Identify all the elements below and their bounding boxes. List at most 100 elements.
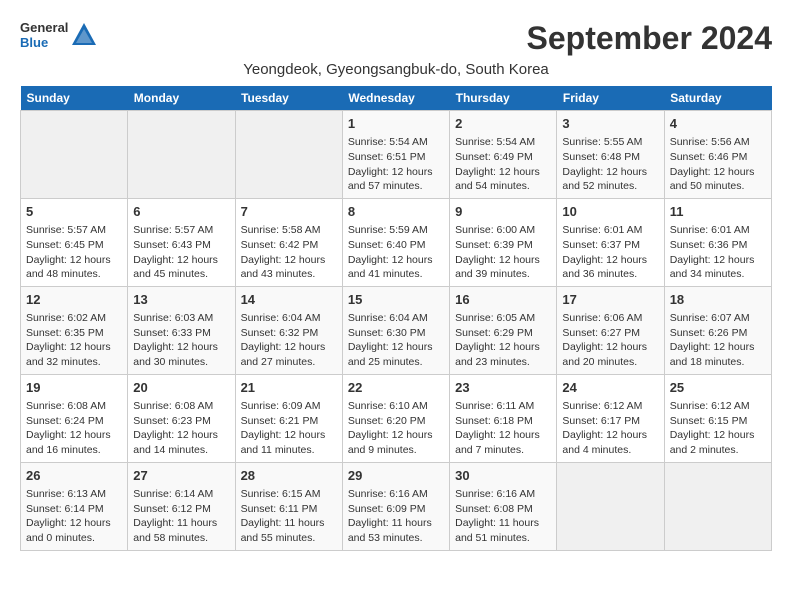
calendar-cell: 9 Sunrise: 6:00 AM Sunset: 6:39 PM Daylig… — [450, 198, 557, 286]
calendar-cell: 5 Sunrise: 5:57 AM Sunset: 6:45 PM Daylig… — [21, 198, 128, 286]
calendar-cell: 2Sunrise: 5:54 AM Sunset: 6:49 PM Daylig… — [450, 111, 557, 199]
weekday-header-wednesday: Wednesday — [342, 86, 449, 111]
day-number: 2 — [455, 115, 551, 133]
calendar-cell: 30 Sunrise: 6:16 AM Sunset: 6:08 PM Dayli… — [450, 462, 557, 550]
calendar-cell: 11Sunrise: 6:01 AM Sunset: 6:36 PM Dayli… — [664, 198, 771, 286]
day-info: Sunrise: 6:12 AM Sunset: 6:15 PM Dayligh… — [670, 399, 766, 458]
calendar-cell — [21, 111, 128, 199]
calendar-cell: 23Sunrise: 6:11 AM Sunset: 6:18 PM Dayli… — [450, 374, 557, 462]
page-header: General Blue September 2024 — [20, 20, 772, 57]
day-info: Sunrise: 6:01 AM Sunset: 6:36 PM Dayligh… — [670, 223, 766, 282]
calendar-cell — [235, 111, 342, 199]
weekday-header-monday: Monday — [128, 86, 235, 111]
day-number: 8 — [348, 203, 444, 221]
calendar-cell: 8 Sunrise: 5:59 AM Sunset: 6:40 PM Daylig… — [342, 198, 449, 286]
logo-general: General — [20, 20, 68, 35]
calendar-row: 26 Sunrise: 6:13 AM Sunset: 6:14 PM Dayli… — [21, 462, 772, 550]
day-info: Sunrise: 5:58 AM Sunset: 6:42 PM Dayligh… — [241, 223, 337, 282]
day-number: 1 — [348, 115, 444, 133]
day-number: 20 — [133, 379, 229, 397]
calendar-cell: 10 Sunrise: 6:01 AM Sunset: 6:37 PM Dayli… — [557, 198, 664, 286]
day-info: Sunrise: 6:07 AM Sunset: 6:26 PM Dayligh… — [670, 311, 766, 370]
day-info: Sunrise: 5:55 AM Sunset: 6:48 PM Dayligh… — [562, 135, 658, 194]
day-info: Sunrise: 5:54 AM Sunset: 6:51 PM Dayligh… — [348, 135, 444, 194]
calendar-cell: 15 Sunrise: 6:04 AM Sunset: 6:30 PM Dayli… — [342, 286, 449, 374]
day-number: 4 — [670, 115, 766, 133]
calendar-cell: 16 Sunrise: 6:05 AM Sunset: 6:29 PM Dayli… — [450, 286, 557, 374]
day-number: 13 — [133, 291, 229, 309]
day-info: Sunrise: 6:16 AM Sunset: 6:09 PM Dayligh… — [348, 487, 444, 546]
day-info: Sunrise: 6:11 AM Sunset: 6:18 PM Dayligh… — [455, 399, 551, 458]
calendar-table: SundayMondayTuesdayWednesdayThursdayFrid… — [20, 86, 772, 551]
calendar-row: 12 Sunrise: 6:02 AM Sunset: 6:35 PM Dayli… — [21, 286, 772, 374]
day-number: 17 — [562, 291, 658, 309]
calendar-cell — [557, 462, 664, 550]
day-info: Sunrise: 6:16 AM Sunset: 6:08 PM Dayligh… — [455, 487, 551, 546]
weekday-header-tuesday: Tuesday — [235, 86, 342, 111]
day-number: 27 — [133, 467, 229, 485]
calendar-cell: 4 Sunrise: 5:56 AM Sunset: 6:46 PM Daylig… — [664, 111, 771, 199]
day-number: 19 — [26, 379, 122, 397]
weekday-header-row: SundayMondayTuesdayWednesdayThursdayFrid… — [21, 86, 772, 111]
calendar-cell: 7Sunrise: 5:58 AM Sunset: 6:42 PM Daylig… — [235, 198, 342, 286]
day-info: Sunrise: 6:05 AM Sunset: 6:29 PM Dayligh… — [455, 311, 551, 370]
day-number: 26 — [26, 467, 122, 485]
day-number: 6 — [133, 203, 229, 221]
calendar-row: 1 Sunrise: 5:54 AM Sunset: 6:51 PM Daylig… — [21, 111, 772, 199]
calendar-cell: 1 Sunrise: 5:54 AM Sunset: 6:51 PM Daylig… — [342, 111, 449, 199]
weekday-header-friday: Friday — [557, 86, 664, 111]
calendar-cell: 19Sunrise: 6:08 AM Sunset: 6:24 PM Dayli… — [21, 374, 128, 462]
calendar-cell: 28 Sunrise: 6:15 AM Sunset: 6:11 PM Dayli… — [235, 462, 342, 550]
calendar-cell: 22Sunrise: 6:10 AM Sunset: 6:20 PM Dayli… — [342, 374, 449, 462]
calendar-cell: 25 Sunrise: 6:12 AM Sunset: 6:15 PM Dayli… — [664, 374, 771, 462]
weekday-header-sunday: Sunday — [21, 86, 128, 111]
day-number: 21 — [241, 379, 337, 397]
day-info: Sunrise: 6:13 AM Sunset: 6:14 PM Dayligh… — [26, 487, 122, 546]
day-info: Sunrise: 6:00 AM Sunset: 6:39 PM Dayligh… — [455, 223, 551, 282]
logo-icon — [70, 21, 98, 49]
day-number: 16 — [455, 291, 551, 309]
logo-blue: Blue — [20, 35, 48, 50]
day-number: 28 — [241, 467, 337, 485]
calendar-cell: 12 Sunrise: 6:02 AM Sunset: 6:35 PM Dayli… — [21, 286, 128, 374]
calendar-cell: 27 Sunrise: 6:14 AM Sunset: 6:12 PM Dayli… — [128, 462, 235, 550]
calendar-cell: 21 Sunrise: 6:09 AM Sunset: 6:21 PM Dayli… — [235, 374, 342, 462]
day-info: Sunrise: 6:01 AM Sunset: 6:37 PM Dayligh… — [562, 223, 658, 282]
weekday-header-saturday: Saturday — [664, 86, 771, 111]
day-number: 10 — [562, 203, 658, 221]
day-number: 12 — [26, 291, 122, 309]
day-info: Sunrise: 5:56 AM Sunset: 6:46 PM Dayligh… — [670, 135, 766, 194]
day-number: 30 — [455, 467, 551, 485]
calendar-cell: 20Sunrise: 6:08 AM Sunset: 6:23 PM Dayli… — [128, 374, 235, 462]
day-info: Sunrise: 5:57 AM Sunset: 6:45 PM Dayligh… — [26, 223, 122, 282]
calendar-cell: 18 Sunrise: 6:07 AM Sunset: 6:26 PM Dayli… — [664, 286, 771, 374]
day-info: Sunrise: 6:15 AM Sunset: 6:11 PM Dayligh… — [241, 487, 337, 546]
day-number: 24 — [562, 379, 658, 397]
location: Yeongdeok, Gyeongsangbuk-do, South Korea — [20, 61, 772, 78]
day-number: 3 — [562, 115, 658, 133]
calendar-cell: 26 Sunrise: 6:13 AM Sunset: 6:14 PM Dayli… — [21, 462, 128, 550]
weekday-header-thursday: Thursday — [450, 86, 557, 111]
day-number: 22 — [348, 379, 444, 397]
logo-text: General Blue — [20, 20, 68, 50]
calendar-cell: 13Sunrise: 6:03 AM Sunset: 6:33 PM Dayli… — [128, 286, 235, 374]
day-info: Sunrise: 6:02 AM Sunset: 6:35 PM Dayligh… — [26, 311, 122, 370]
day-info: Sunrise: 6:09 AM Sunset: 6:21 PM Dayligh… — [241, 399, 337, 458]
day-number: 9 — [455, 203, 551, 221]
day-number: 29 — [348, 467, 444, 485]
day-info: Sunrise: 6:04 AM Sunset: 6:30 PM Dayligh… — [348, 311, 444, 370]
day-number: 5 — [26, 203, 122, 221]
calendar-cell: 14 Sunrise: 6:04 AM Sunset: 6:32 PM Dayli… — [235, 286, 342, 374]
month-title: September 2024 — [527, 20, 772, 57]
calendar-cell — [128, 111, 235, 199]
day-number: 18 — [670, 291, 766, 309]
day-info: Sunrise: 6:04 AM Sunset: 6:32 PM Dayligh… — [241, 311, 337, 370]
day-number: 15 — [348, 291, 444, 309]
day-info: Sunrise: 6:14 AM Sunset: 6:12 PM Dayligh… — [133, 487, 229, 546]
day-number: 25 — [670, 379, 766, 397]
day-number: 14 — [241, 291, 337, 309]
calendar-row: 5 Sunrise: 5:57 AM Sunset: 6:45 PM Daylig… — [21, 198, 772, 286]
calendar-cell: 29 Sunrise: 6:16 AM Sunset: 6:09 PM Dayli… — [342, 462, 449, 550]
calendar-row: 19Sunrise: 6:08 AM Sunset: 6:24 PM Dayli… — [21, 374, 772, 462]
day-info: Sunrise: 5:59 AM Sunset: 6:40 PM Dayligh… — [348, 223, 444, 282]
